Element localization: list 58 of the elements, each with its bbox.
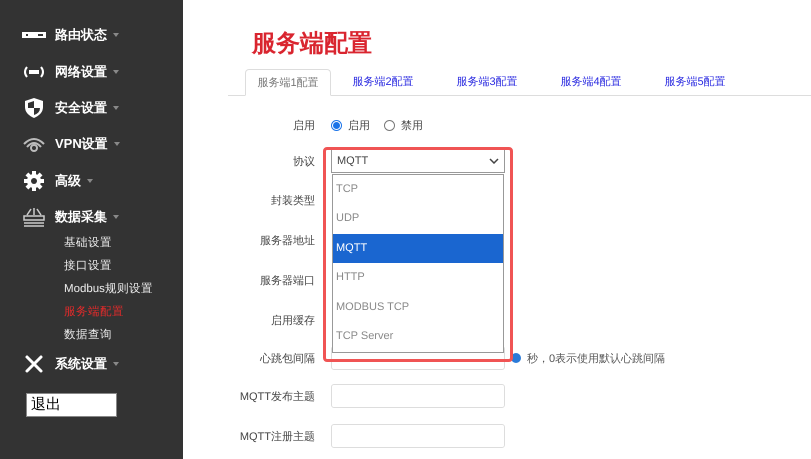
shield-icon xyxy=(24,98,42,118)
menu-item[interactable]: 安全设置 xyxy=(55,98,107,117)
signal-icon xyxy=(22,64,44,79)
hint-text: 秒，0表示使用默认心跳间隔 xyxy=(527,352,666,366)
menu-item[interactable]: 数据采集 xyxy=(55,208,107,226)
field-label: 封装类型 xyxy=(271,194,315,208)
submenu-item[interactable]: 接口设置 xyxy=(64,255,112,278)
dropdown-option[interactable]: TCP xyxy=(333,175,503,204)
page-title: 服务端配置 xyxy=(252,29,372,59)
input-field[interactable] xyxy=(331,424,505,448)
antenna-box-icon xyxy=(22,206,46,228)
dropdown-option[interactable]: TCP Server xyxy=(333,322,503,352)
field-label: 启用缓存 xyxy=(271,314,315,328)
submenu-item[interactable]: 基础设置 xyxy=(64,232,112,256)
radio-label: 禁用 xyxy=(401,118,423,132)
menu-item[interactable]: VPN设置 xyxy=(55,135,108,154)
submenu-item[interactable]: Modbus规则设置 xyxy=(64,278,153,302)
dropdown-option[interactable]: MQTT xyxy=(333,234,503,264)
radio-button[interactable] xyxy=(331,120,342,130)
tab[interactable]: 服务端3配置 xyxy=(435,69,539,95)
submenu-item[interactable]: 数据查询 xyxy=(64,324,112,348)
info-icon xyxy=(511,353,521,363)
field-label: MQTT注册主题 xyxy=(240,430,315,444)
input-field[interactable] xyxy=(331,384,505,408)
caret-icon xyxy=(87,178,93,183)
chevron-icon xyxy=(489,158,499,164)
field-label: 协议 xyxy=(293,154,315,168)
caret-icon xyxy=(113,362,119,366)
radio-label: 启用 xyxy=(348,118,370,132)
field-label: 心跳包间隔 xyxy=(260,352,315,366)
field-label: 启用 xyxy=(293,118,315,132)
radio-button[interactable] xyxy=(384,120,395,130)
caret-icon xyxy=(113,106,119,110)
dropdown-option[interactable]: MODBUS TCP xyxy=(333,292,503,322)
caret-icon xyxy=(114,142,120,146)
dropdown-option[interactable]: HTTP xyxy=(333,263,503,293)
menu-item[interactable]: 高级 xyxy=(55,172,81,190)
router-icon xyxy=(22,31,46,40)
caret-icon xyxy=(113,70,119,74)
tab[interactable]: 服务端5配置 xyxy=(643,69,747,95)
field-label: 服务器端口 xyxy=(260,274,315,288)
tab[interactable]: 服务端2配置 xyxy=(331,69,435,95)
caret-icon xyxy=(113,215,119,220)
field-label: 服务器地址 xyxy=(260,234,315,248)
select-value: MQTT xyxy=(337,155,368,167)
tab[interactable]: 服务端4配置 xyxy=(539,69,643,95)
field-label: MQTT发布主题 xyxy=(240,390,315,404)
tools-icon xyxy=(24,354,44,374)
menu-item[interactable]: 网络设置 xyxy=(55,62,107,81)
wifi-icon xyxy=(22,136,44,152)
tab[interactable]: 服务端1配置 xyxy=(245,69,331,96)
menu-item[interactable]: 路由状态 xyxy=(55,26,107,44)
protocol-select[interactable]: MQTT xyxy=(331,149,505,173)
menu-item[interactable]: 系统设置 xyxy=(55,354,107,373)
caret-icon xyxy=(113,33,119,38)
logout-button[interactable]: 退出 xyxy=(26,392,117,417)
gear-icon xyxy=(24,170,44,191)
dropdown-option[interactable]: UDP xyxy=(333,204,503,234)
